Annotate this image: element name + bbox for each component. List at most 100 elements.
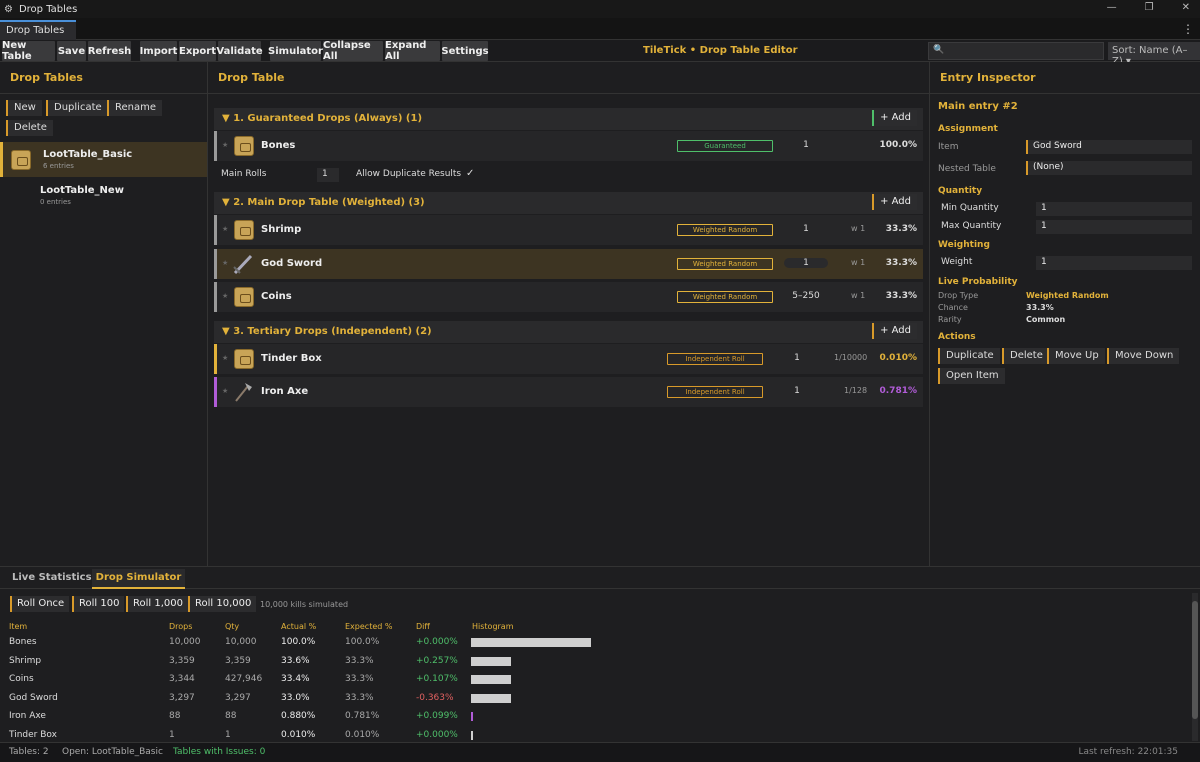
entry-qty[interactable]: 1 <box>784 258 828 268</box>
star-icon[interactable]: ★ <box>222 387 228 395</box>
min-quantity-input[interactable]: 1 <box>1036 202 1192 216</box>
assignment-heading: Assignment <box>938 124 998 134</box>
histogram-bar <box>471 693 511 703</box>
scrollbar-thumb[interactable] <box>1192 601 1198 719</box>
entry-row[interactable]: ★ Shrimp Weighted Random 1 w 1 33.3% <box>214 215 923 245</box>
expand-all-button[interactable]: Expand All <box>385 40 440 62</box>
status-tables: Tables: 2 <box>9 747 49 757</box>
open-item-button[interactable]: Open Item <box>938 368 1005 384</box>
entry-qty[interactable]: 5–250 <box>784 291 828 301</box>
entry-row[interactable]: ★ Coins Weighted Random 5–250 w 1 33.3% <box>214 282 923 312</box>
table-list-item[interactable]: LootTable_New 0 entries <box>0 178 207 213</box>
app-icon: ⚙ <box>4 3 13 15</box>
simulator-panel: Live Statistics Drop Simulator Roll Once… <box>0 566 1200 742</box>
entry-qty[interactable]: 1 <box>775 386 819 396</box>
section-title: 2. Main Drop Table (Weighted) (3) <box>233 197 425 208</box>
refresh-button[interactable]: Refresh <box>88 41 131 61</box>
star-icon[interactable]: ★ <box>222 225 228 233</box>
entry-name: Shrimp <box>261 224 302 235</box>
collapse-triangle-icon[interactable]: ▼ <box>222 113 230 124</box>
entry-qty[interactable]: 1 <box>784 140 828 150</box>
main-rolls-input[interactable]: 1 <box>317 168 339 182</box>
add-entry-button[interactable]: + Add <box>872 194 917 210</box>
maximize-icon[interactable]: ❐ <box>1145 2 1154 13</box>
roll-once-button[interactable]: Roll Once <box>10 596 70 612</box>
tab-drop-tables[interactable]: Drop Tables <box>0 20 76 40</box>
simulator-button[interactable]: Simulator <box>268 41 323 61</box>
nested-table-field[interactable]: (None) <box>1026 161 1192 175</box>
entry-row[interactable]: ★ Bones Guaranteed 1 100.0% <box>214 131 923 161</box>
nested-table-label: Nested Table <box>938 164 996 174</box>
more-options-icon[interactable]: ⋮ <box>1182 22 1194 36</box>
histogram-bar <box>471 675 511 685</box>
entry-row-selected[interactable]: ★ God Sword Weighted Random 1 w 1 33.3% <box>214 249 923 279</box>
drop-type-badge: Guaranteed <box>677 140 773 152</box>
max-quantity-input[interactable]: 1 <box>1036 220 1192 234</box>
chance-label: Chance <box>938 303 968 312</box>
entry-row[interactable]: ★ Iron Axe Independent Roll 1 1/128 0.78… <box>214 377 923 407</box>
validate-button[interactable]: Validate <box>216 41 263 61</box>
duplicate-entry-button[interactable]: Duplicate <box>938 348 1000 364</box>
sim-cell-drops: 3,344 <box>169 674 195 685</box>
star-icon[interactable]: ★ <box>222 259 228 267</box>
entry-qty[interactable]: 1 <box>784 224 828 234</box>
weight-input[interactable]: 1 <box>1036 256 1192 270</box>
table-list-item[interactable]: LootTable_Basic 6 entries <box>0 142 207 177</box>
new-table-button[interactable]: New Table <box>2 40 55 62</box>
collapse-all-button[interactable]: Collapse All <box>323 40 383 62</box>
import-button[interactable]: Import <box>140 41 177 61</box>
section-header-main[interactable]: ▼ 2. Main Drop Table (Weighted) (3) + Ad… <box>214 192 923 214</box>
save-button[interactable]: Save <box>57 41 86 61</box>
allow-duplicates-checkbox[interactable]: ✓ <box>466 168 474 179</box>
settings-button[interactable]: Settings <box>441 41 489 61</box>
sim-cell-item: Bones <box>9 637 37 647</box>
roll-10000-button[interactable]: Roll 10,000 <box>188 596 257 612</box>
col-header-actual: Actual % <box>281 622 317 631</box>
new-button[interactable]: New <box>6 100 42 116</box>
entry-percent: 100.0% <box>879 140 918 150</box>
sim-cell-actual: 33.6% <box>281 655 310 666</box>
search-input[interactable]: 🔍 <box>928 42 1104 60</box>
duplicate-button[interactable]: Duplicate <box>46 100 108 116</box>
move-down-button[interactable]: Move Down <box>1107 348 1180 364</box>
row-accent-bar <box>214 344 217 374</box>
star-icon[interactable]: ★ <box>222 292 228 300</box>
delete-entry-button[interactable]: Delete <box>1002 348 1049 364</box>
collapse-triangle-icon[interactable]: ▼ <box>222 197 230 208</box>
item-coins-icon <box>234 287 254 307</box>
sort-dropdown[interactable]: Sort: Name (A–Z) ▾ <box>1108 42 1200 67</box>
star-icon[interactable]: ★ <box>222 141 228 149</box>
delete-button[interactable]: Delete <box>6 120 53 136</box>
row-accent-bar <box>214 377 217 407</box>
roll-100-button[interactable]: Roll 100 <box>72 596 125 612</box>
entry-row[interactable]: ★ Tinder Box Independent Roll 1 1/10000 … <box>214 344 923 374</box>
row-accent-bar <box>214 215 217 245</box>
row-accent-bar <box>214 131 217 161</box>
roll-1000-button[interactable]: Roll 1,000 <box>126 596 188 612</box>
tab-drop-simulator[interactable]: Drop Simulator <box>92 569 185 589</box>
star-icon[interactable]: ★ <box>222 354 228 362</box>
add-entry-button[interactable]: + Add <box>872 110 917 126</box>
section-header-guaranteed[interactable]: ▼ 1. Guaranteed Drops (Always) (1) + Add <box>214 108 923 130</box>
table-name: LootTable_New <box>40 185 124 196</box>
rename-button[interactable]: Rename <box>107 100 163 116</box>
item-field[interactable]: God Sword <box>1026 140 1192 154</box>
add-entry-button[interactable]: + Add <box>872 323 917 339</box>
export-button[interactable]: Export <box>179 41 216 61</box>
drop-type-value: Weighted Random <box>1026 291 1109 300</box>
max-quantity-label: Max Quantity <box>941 221 1002 231</box>
scrollbar[interactable] <box>1192 593 1198 741</box>
drop-table-panel: Drop Table ▼ 1. Guaranteed Drops (Always… <box>208 62 930 566</box>
tab-live-statistics[interactable]: Live Statistics <box>12 569 92 589</box>
histogram-bar <box>471 638 591 647</box>
close-icon[interactable]: ✕ <box>1182 2 1190 13</box>
sim-cell-item: God Sword <box>9 692 58 703</box>
move-up-button[interactable]: Move Up <box>1047 348 1105 364</box>
entry-qty[interactable]: 1 <box>775 353 819 363</box>
sword-icon <box>233 254 253 275</box>
section-header-tertiary[interactable]: ▼ 3. Tertiary Drops (Independent) (2) + … <box>214 321 923 343</box>
collapse-triangle-icon[interactable]: ▼ <box>222 326 230 337</box>
drop-type-badge: Weighted Random <box>677 291 773 303</box>
sim-cell-drops: 10,000 <box>169 637 201 647</box>
minimize-icon[interactable]: — <box>1107 2 1117 13</box>
